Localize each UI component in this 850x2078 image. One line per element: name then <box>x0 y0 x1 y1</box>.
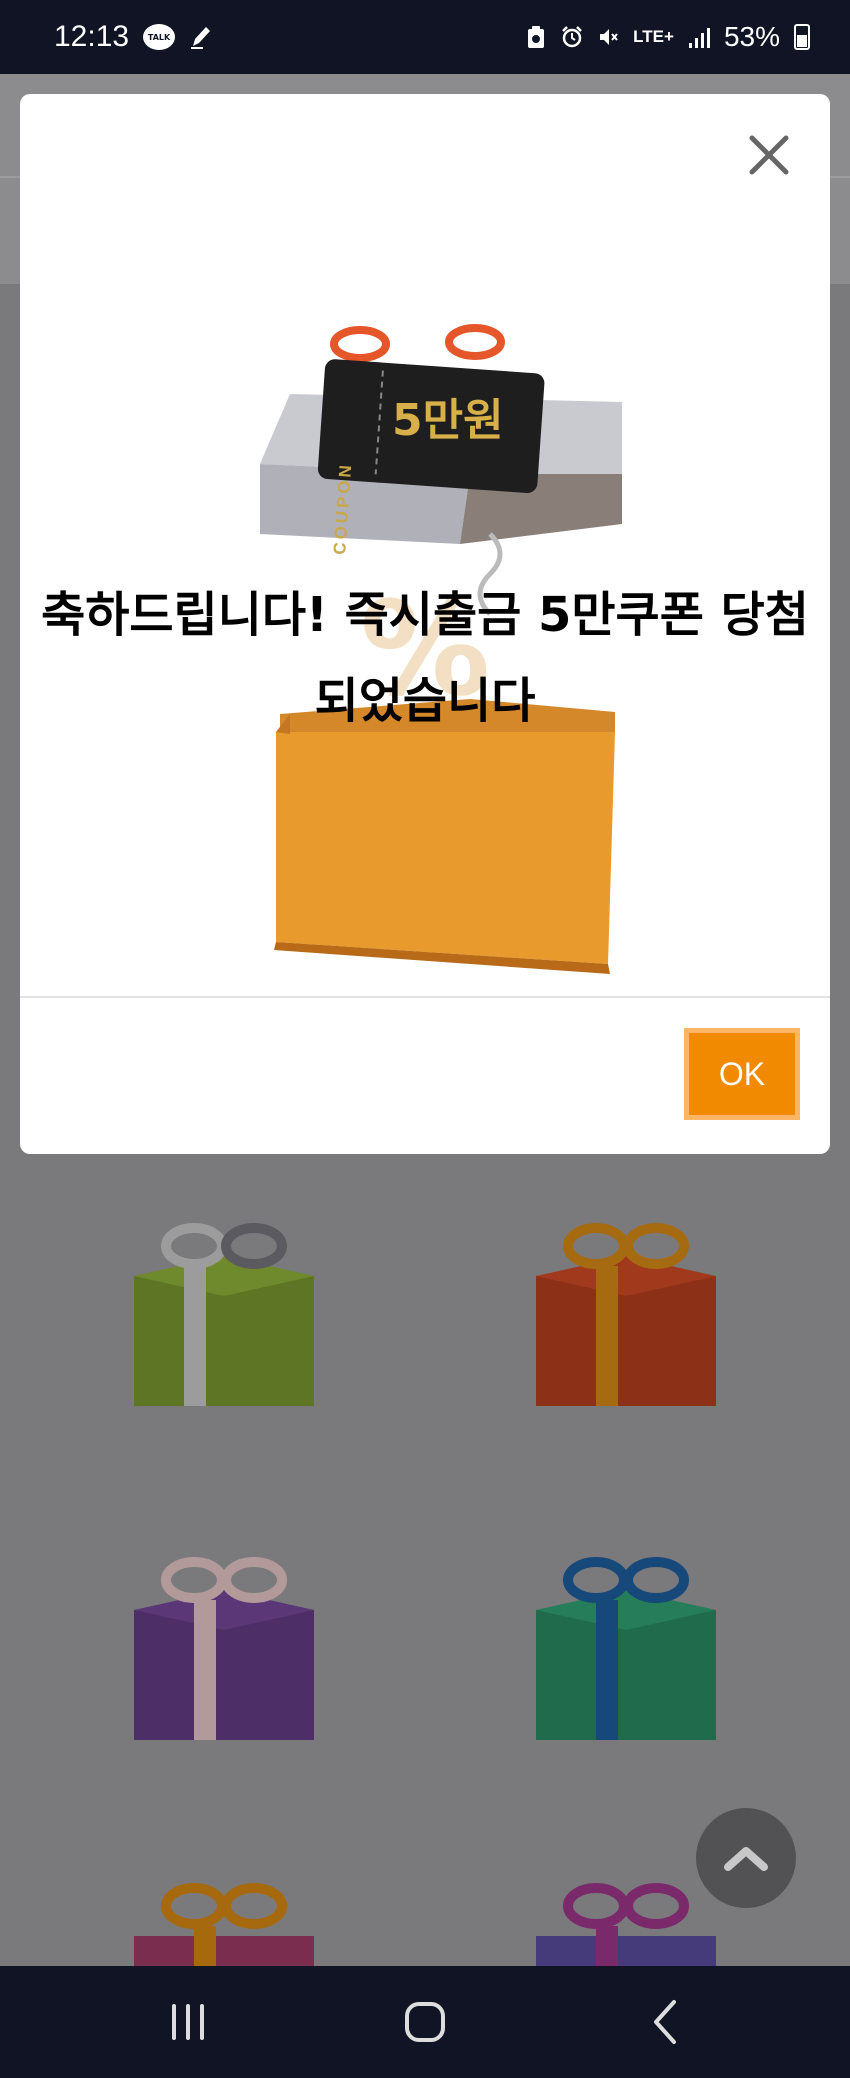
gift-box-purple[interactable] <box>124 1550 324 1750</box>
recent-apps-icon[interactable] <box>156 1990 220 2054</box>
coupon-modal: % COUPON 5만원 축하드립니다! 즉시출금 5만쿠폰 당첨 되었습니다 … <box>20 94 830 1154</box>
chevron-up-icon <box>724 1847 768 1871</box>
signal-icon <box>688 28 710 48</box>
back-icon[interactable] <box>634 1990 698 2054</box>
modal-divider <box>20 996 830 998</box>
pen-icon <box>191 27 211 49</box>
clipboard-icon <box>528 26 545 48</box>
gift-box-violet[interactable] <box>526 1876 726 1966</box>
ok-button[interactable]: OK <box>684 1028 800 1120</box>
gift-box-red[interactable] <box>526 1216 726 1416</box>
status-bar: 12:13 TALK LTE+ 53% <box>0 0 850 74</box>
battery-icon <box>794 24 810 50</box>
navigation-bar <box>0 1966 850 2078</box>
network-type: LTE+ <box>633 27 674 46</box>
battery-percent: 53% <box>723 21 780 52</box>
mute-icon <box>600 29 618 45</box>
gift-box-green[interactable] <box>124 1216 324 1416</box>
alarm-icon <box>562 26 583 48</box>
message-line-2: 되었습니다 <box>314 673 536 729</box>
status-left: 12:13 TALK <box>54 20 213 54</box>
status-time: 12:13 <box>54 20 130 53</box>
congrats-message: 축하드립니다! 즉시출금 5만쿠폰 당첨 되었습니다 <box>20 572 830 744</box>
gift-box-teal[interactable] <box>526 1550 726 1750</box>
home-icon[interactable] <box>393 1990 457 2054</box>
status-right: LTE+ 53% <box>525 21 810 53</box>
gift-box-pink[interactable] <box>124 1876 324 1966</box>
message-line-1: 축하드립니다! 즉시출금 5만쿠폰 당첨 <box>41 587 809 643</box>
close-icon[interactable] <box>746 132 792 178</box>
coupon-amount: 5만원 <box>392 395 504 446</box>
talk-icon: TALK <box>143 24 176 50</box>
scroll-top-button[interactable] <box>696 1808 796 1908</box>
